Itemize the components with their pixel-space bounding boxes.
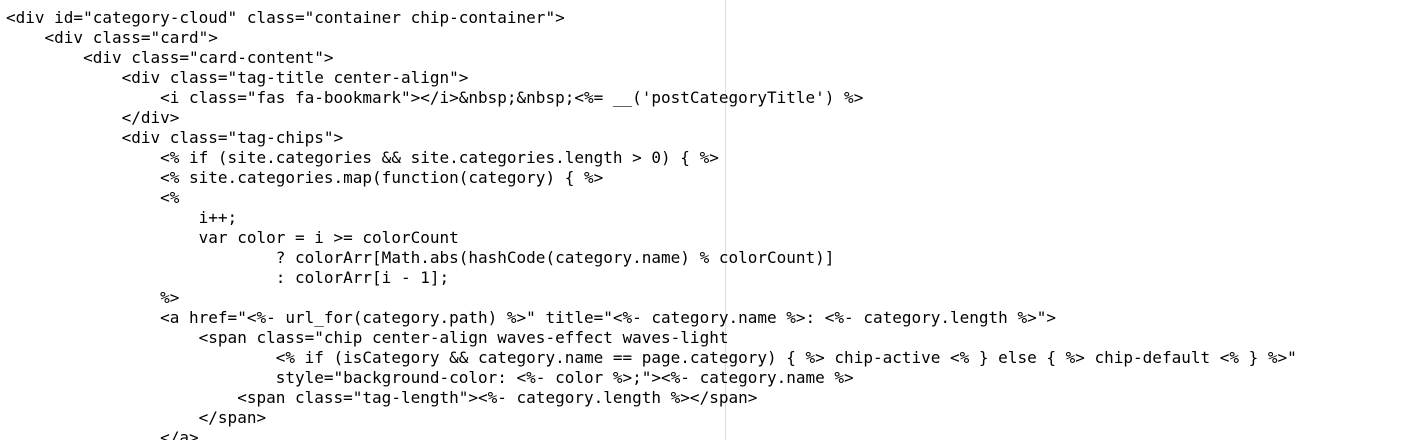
code-line[interactable]: <div class="card"> (6, 28, 1297, 48)
code-line[interactable]: <span class="chip center-align waves-eff… (6, 328, 1297, 348)
code-line-text: </a> (6, 428, 199, 440)
code-line[interactable]: : colorArr[i - 1]; (6, 268, 1297, 288)
code-line[interactable]: </span> (6, 408, 1297, 428)
code-line-text: var color = i >= colorCount (6, 228, 459, 247)
code-line[interactable]: <% (6, 188, 1297, 208)
code-editor[interactable]: <div id="category-cloud" class="containe… (0, 0, 1419, 440)
code-line-text: <a href="<%- url_for(category.path) %>" … (6, 308, 1056, 327)
code-line-text: <% site.categories.map(function(category… (6, 168, 604, 187)
code-area[interactable]: <div id="category-cloud" class="containe… (0, 8, 1419, 440)
code-line[interactable]: <% if (isCategory && category.name == pa… (6, 348, 1297, 368)
code-line-text: <div id="category-cloud" class="containe… (6, 8, 565, 27)
code-line-text: <div class="card"> (6, 28, 218, 47)
code-line-text: <i class="fas fa-bookmark"></i>&nbsp;&nb… (6, 88, 864, 107)
code-line-current[interactable]: %> (0, 288, 1419, 308)
code-line-text: %> (6, 288, 180, 307)
code-line[interactable]: <% if (site.categories && site.categorie… (6, 148, 1297, 168)
code-line[interactable]: </a> (6, 428, 1297, 440)
code-line-text: <% if (site.categories && site.categorie… (6, 148, 719, 167)
code-line-text: <% (6, 188, 180, 207)
code-line-text: : colorArr[i - 1]; (6, 268, 450, 287)
code-line-text: <div class="card-content"> (6, 48, 334, 67)
code-line[interactable]: <span class="tag-length"><%- category.le… (6, 388, 1297, 408)
code-line-text: <% if (isCategory && category.name == pa… (6, 348, 1297, 367)
code-line[interactable]: <% site.categories.map(function(category… (6, 168, 1297, 188)
code-line[interactable]: <div class="tag-chips"> (6, 128, 1297, 148)
code-line-text: </span> (6, 408, 267, 427)
code-line[interactable]: </div> (6, 108, 1297, 128)
code-line[interactable]: <div id="category-cloud" class="containe… (6, 8, 1297, 28)
code-line-text: style="background-color: <%- color %>;">… (6, 368, 854, 387)
code-line-text: <div class="tag-chips"> (6, 128, 344, 147)
code-line-text: ? colorArr[Math.abs(hashCode(category.na… (6, 248, 835, 267)
code-line-text: <span class="chip center-align waves-eff… (6, 328, 729, 347)
code-line[interactable]: <div class="card-content"> (6, 48, 1297, 68)
code-line[interactable]: <a href="<%- url_for(category.path) %>" … (6, 308, 1297, 328)
code-line[interactable]: var color = i >= colorCount (6, 228, 1297, 248)
code-line[interactable]: <div class="tag-title center-align"> (6, 68, 1297, 88)
code-line[interactable]: ? colorArr[Math.abs(hashCode(category.na… (6, 248, 1297, 268)
code-line-text: <span class="tag-length"><%- category.le… (6, 388, 758, 407)
code-line[interactable]: style="background-color: <%- color %>;">… (6, 368, 1297, 388)
code-line-text: <div class="tag-title center-align"> (6, 68, 469, 87)
code-line-text: </div> (6, 108, 180, 127)
code-line[interactable]: <i class="fas fa-bookmark"></i>&nbsp;&nb… (6, 88, 1297, 108)
code-line[interactable]: i++; (6, 208, 1297, 228)
code-line-text: i++; (6, 208, 238, 227)
